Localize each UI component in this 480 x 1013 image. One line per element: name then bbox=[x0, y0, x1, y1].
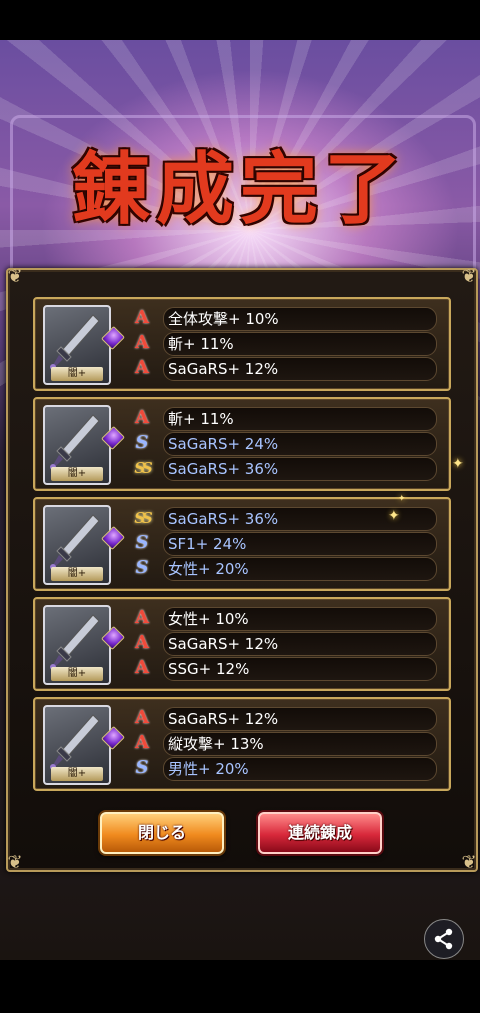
continuous-refine-button[interactable]: 連続錬成 bbox=[258, 812, 382, 854]
ability-bar: SaGaRS+ 12% bbox=[163, 632, 437, 656]
rank-a-icon: A bbox=[135, 657, 149, 678]
ability-bar: SaGaRS+ 24% bbox=[163, 432, 437, 456]
ability-text: SaGaRS+ 36% bbox=[168, 460, 279, 478]
rank-s-icon: S bbox=[135, 532, 149, 553]
rank-a-icon: A bbox=[135, 307, 149, 328]
ability-text: 女性+ 20% bbox=[168, 560, 249, 578]
ability-text: SaGaRS+ 36% bbox=[168, 510, 279, 528]
ability-row: SS SaGaRS+ 36% bbox=[131, 457, 437, 481]
ability-text: 斬+ 11% bbox=[168, 335, 234, 353]
ability-bar: 縦攻撃+ 13% bbox=[163, 732, 437, 756]
ability-row: S SF1+ 24% bbox=[131, 532, 437, 556]
ability-text: SSG+ 12% bbox=[168, 660, 250, 678]
ability-bar: 女性+ 10% bbox=[163, 607, 437, 631]
ability-row: A SaGaRS+ 12% bbox=[131, 357, 437, 381]
ability-text: 斬+ 11% bbox=[168, 410, 234, 428]
ability-row: A 斬+ 11% bbox=[131, 332, 437, 356]
rank-a-icon: A bbox=[135, 332, 149, 353]
ability-row: SS SaGaRS+ 36% bbox=[131, 507, 437, 531]
page-title: 錬成完了 bbox=[71, 144, 408, 235]
ability-row: A 斬+ 11% bbox=[131, 407, 437, 431]
result-card: 闇+ A SaGaRS+ 12% A 縦攻撃+ 13% S 男性+ 20% bbox=[33, 697, 451, 791]
ability-row: A SaGaRS+ 12% bbox=[131, 632, 437, 656]
corner-ornament-icon: ❦ bbox=[7, 852, 23, 873]
ability-bar: SaGaRS+ 12% bbox=[163, 357, 437, 381]
ability-bar: 斬+ 11% bbox=[163, 332, 437, 356]
result-card: 闇+ A 女性+ 10% A SaGaRS+ 12% A SSG+ 12% bbox=[33, 597, 451, 691]
rank-s-icon: S bbox=[135, 757, 149, 778]
rank-a-icon: A bbox=[135, 632, 149, 653]
ability-bar: SaGaRS+ 36% bbox=[163, 457, 437, 481]
ability-row: S 女性+ 20% bbox=[131, 557, 437, 581]
rank-ss-icon: SS bbox=[134, 459, 152, 477]
ability-bar: SSG+ 12% bbox=[163, 657, 437, 681]
ability-row: A 全体攻撃+ 10% bbox=[131, 307, 437, 331]
result-card: 闇+ A 斬+ 11% S SaGaRS+ 24% SS SaGaRS+ 36% bbox=[33, 397, 451, 491]
sword-icon[interactable]: 闇+ bbox=[43, 405, 111, 485]
weapon-element-tag: 闇+ bbox=[51, 367, 103, 381]
ability-row: A SaGaRS+ 12% bbox=[131, 707, 437, 731]
share-icon[interactable] bbox=[424, 919, 464, 959]
sword-icon[interactable]: 闇+ bbox=[43, 505, 111, 585]
sword-icon[interactable]: 闇+ bbox=[43, 705, 111, 785]
ability-bar: SF1+ 24% bbox=[163, 532, 437, 556]
status-bar bbox=[0, 0, 480, 40]
rank-a-icon: A bbox=[135, 357, 149, 378]
ability-text: 全体攻撃+ 10% bbox=[168, 310, 279, 328]
rank-a-icon: A bbox=[135, 407, 149, 428]
sparkle-icon: ✦ bbox=[452, 456, 464, 472]
rank-s-icon: S bbox=[135, 557, 149, 578]
ability-bar: 全体攻撃+ 10% bbox=[163, 307, 437, 331]
weapon-element-tag: 闇+ bbox=[51, 467, 103, 481]
rank-a-icon: A bbox=[135, 707, 149, 728]
ability-text: SF1+ 24% bbox=[168, 535, 247, 553]
ability-row: A 女性+ 10% bbox=[131, 607, 437, 631]
rank-a-icon: A bbox=[135, 607, 149, 628]
weapon-element-tag: 闇+ bbox=[51, 667, 103, 681]
ability-row: S 男性+ 20% bbox=[131, 757, 437, 781]
sparkle-icon: ✦ bbox=[398, 494, 406, 504]
ability-text: SaGaRS+ 12% bbox=[168, 360, 279, 378]
weapon-element-tag: 闇+ bbox=[51, 767, 103, 781]
navigation-bar bbox=[0, 960, 480, 1013]
corner-ornament-icon: ❦ bbox=[461, 266, 477, 287]
ability-text: SaGaRS+ 12% bbox=[168, 710, 279, 728]
sparkle-icon: ✦ bbox=[388, 508, 400, 524]
result-card: 闇+ A 全体攻撃+ 10% A 斬+ 11% A SaGaRS+ 12% bbox=[33, 297, 451, 391]
close-button[interactable]: 閉じる bbox=[100, 812, 224, 854]
corner-ornament-icon: ❦ bbox=[461, 852, 477, 873]
ability-bar: 男性+ 20% bbox=[163, 757, 437, 781]
ability-text: 女性+ 10% bbox=[168, 610, 249, 628]
ability-bar: SaGaRS+ 12% bbox=[163, 707, 437, 731]
ability-text: 男性+ 20% bbox=[168, 760, 249, 778]
sword-icon[interactable]: 闇+ bbox=[43, 305, 111, 385]
rank-s-icon: S bbox=[135, 432, 149, 453]
corner-ornament-icon: ❦ bbox=[7, 266, 23, 287]
ability-bar: 斬+ 11% bbox=[163, 407, 437, 431]
ability-text: SaGaRS+ 24% bbox=[168, 435, 279, 453]
ability-text: 縦攻撃+ 13% bbox=[168, 735, 264, 753]
rank-ss-icon: SS bbox=[134, 509, 152, 527]
ability-row: A SSG+ 12% bbox=[131, 657, 437, 681]
rank-a-icon: A bbox=[135, 732, 149, 753]
weapon-element-tag: 闇+ bbox=[51, 567, 103, 581]
ability-text: SaGaRS+ 12% bbox=[168, 635, 279, 653]
ability-row: A 縦攻撃+ 13% bbox=[131, 732, 437, 756]
ability-bar: 女性+ 20% bbox=[163, 557, 437, 581]
ability-row: S SaGaRS+ 24% bbox=[131, 432, 437, 456]
sword-icon[interactable]: 闇+ bbox=[43, 605, 111, 685]
